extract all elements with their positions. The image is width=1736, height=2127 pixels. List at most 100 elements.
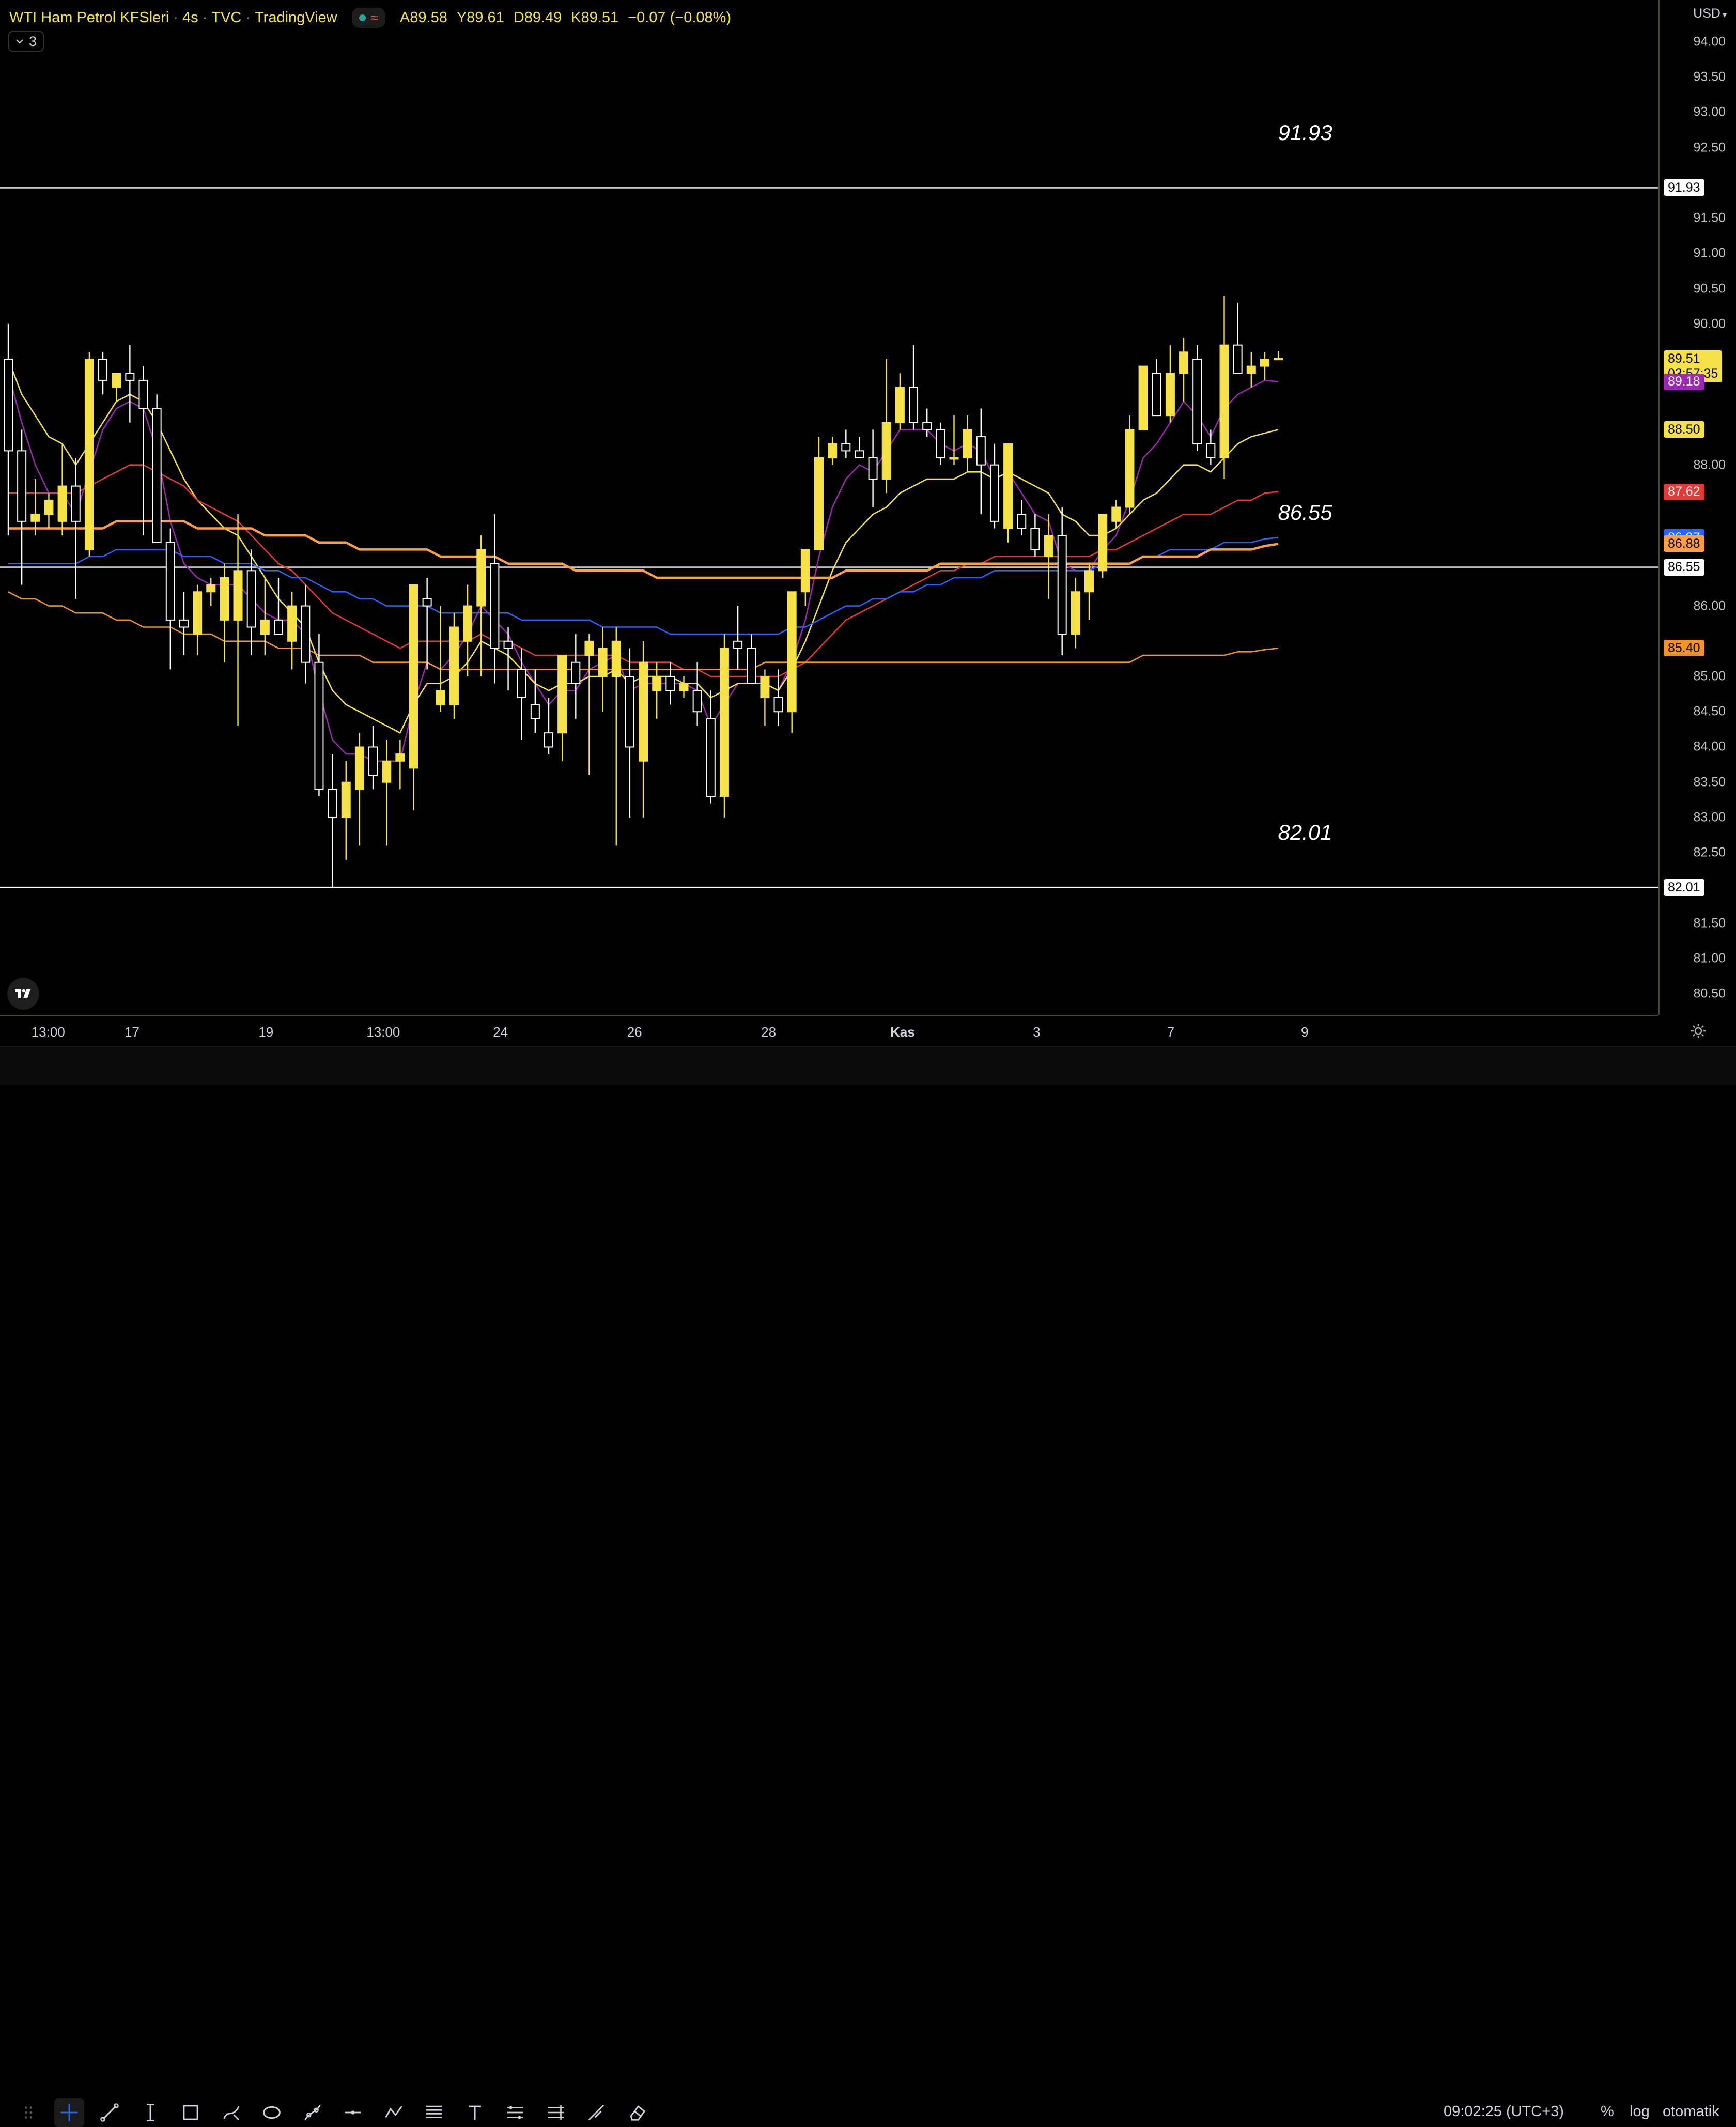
candle[interactable] (260, 577, 270, 656)
candle[interactable] (868, 429, 878, 507)
candle[interactable] (368, 726, 378, 790)
candle[interactable] (301, 584, 311, 684)
market-status-pill[interactable]: ≈ (351, 7, 385, 28)
path-tool-button[interactable] (298, 2098, 328, 2127)
candle[interactable] (1111, 500, 1121, 529)
candle[interactable] (1071, 577, 1080, 649)
candle[interactable] (1057, 507, 1067, 656)
indicators-toggle-button[interactable]: 3 (8, 31, 44, 52)
symbol-name[interactable]: WTI Ham Petrol KFSleri (9, 9, 169, 26)
candle[interactable] (84, 352, 94, 557)
polyline-tool-button[interactable] (379, 2098, 409, 2127)
interval-label[interactable]: 4s (182, 9, 198, 26)
candle[interactable] (747, 634, 756, 684)
eraser-tool-button[interactable] (622, 2098, 652, 2127)
horizontal-line-label[interactable]: 86.55 (1278, 500, 1332, 525)
candle[interactable] (814, 437, 824, 550)
symbol-legend[interactable]: WTI Ham Petrol KFSleri · 4s · TVC · Trad… (9, 7, 731, 28)
pitchfork-tool-button[interactable] (541, 2098, 571, 2127)
candle[interactable] (165, 528, 175, 670)
candle[interactable] (949, 415, 959, 465)
candle[interactable] (44, 493, 54, 529)
currency-selector[interactable]: USD ▾ (1693, 6, 1727, 21)
drag-handle-tool-button[interactable] (13, 2098, 43, 2127)
candle[interactable] (1165, 345, 1175, 423)
percent-toggle[interactable]: % (1601, 2103, 1614, 2120)
ellipse-tool-button[interactable] (257, 2098, 287, 2127)
candle[interactable] (665, 662, 675, 705)
candle[interactable] (138, 366, 148, 536)
candle[interactable] (476, 535, 486, 677)
candle[interactable] (1246, 352, 1256, 388)
candle[interactable] (354, 733, 364, 846)
candle[interactable] (598, 627, 608, 712)
candle[interactable] (1233, 302, 1243, 374)
candle[interactable] (112, 373, 121, 402)
candle[interactable] (692, 662, 702, 726)
candle[interactable] (936, 422, 946, 465)
candle[interactable] (206, 577, 216, 606)
candle[interactable] (584, 634, 594, 776)
candle[interactable] (179, 592, 189, 656)
candle[interactable] (1125, 415, 1135, 515)
candle[interactable] (571, 634, 581, 719)
candle[interactable] (895, 373, 905, 430)
candle[interactable] (1274, 351, 1283, 361)
candle[interactable] (274, 577, 283, 635)
candle[interactable] (422, 577, 432, 670)
candle[interactable] (652, 662, 662, 719)
candle[interactable] (193, 584, 203, 656)
candle[interactable] (17, 429, 27, 585)
price-chart[interactable] (0, 0, 1659, 1015)
horizontal-line-label[interactable]: 82.01 (1278, 820, 1332, 845)
candle[interactable] (976, 408, 986, 515)
candle[interactable] (314, 634, 324, 796)
ruler-tool-button[interactable] (581, 2098, 611, 2127)
candle[interactable] (773, 669, 783, 726)
candle[interactable] (98, 352, 108, 395)
candle[interactable] (828, 437, 838, 465)
candle[interactable] (639, 641, 648, 818)
candle[interactable] (328, 754, 337, 888)
fib-retracement-tool-button[interactable] (419, 2098, 449, 2127)
candle[interactable] (544, 697, 553, 754)
log-toggle[interactable]: log (1630, 2103, 1650, 2120)
auto-scale-toggle[interactable]: otomatik (1663, 2103, 1719, 2120)
candle[interactable] (881, 359, 891, 494)
candle[interactable] (909, 345, 919, 430)
candle[interactable] (855, 437, 864, 459)
candle[interactable] (57, 443, 67, 536)
candle[interactable] (557, 655, 567, 761)
candle[interactable] (152, 394, 162, 543)
candle[interactable] (679, 676, 689, 698)
candle[interactable] (125, 345, 135, 423)
trend-line-tool-button[interactable] (95, 2098, 125, 2127)
candle[interactable] (625, 648, 634, 818)
text-tool-button[interactable] (460, 2098, 490, 2127)
candle[interactable] (233, 514, 243, 726)
candle[interactable] (449, 613, 459, 719)
price-scale[interactable]: USD ▾ 94.00 93.50 93.00 92.50 91.50 91.00 90.50… (1659, 0, 1736, 1015)
candle[interactable] (220, 563, 229, 662)
clock-label[interactable]: 09:02:25 (UTC+3) (1444, 2103, 1564, 2120)
candle[interactable] (382, 739, 392, 846)
vertical-cursor-tool-button[interactable] (135, 2098, 165, 2127)
candle[interactable] (1084, 563, 1094, 620)
candle[interactable] (30, 479, 40, 536)
candle[interactable] (733, 606, 743, 670)
candle[interactable] (1003, 443, 1013, 543)
candle[interactable] (760, 669, 770, 726)
brush-tool-button[interactable] (216, 2098, 246, 2127)
candle[interactable] (1044, 514, 1053, 599)
candle[interactable] (841, 429, 851, 458)
candle[interactable] (800, 549, 810, 606)
candle[interactable] (1017, 500, 1027, 536)
chart-canvas[interactable]: WTI Ham Petrol KFSleri · 4s · TVC · Trad… (0, 0, 1659, 1015)
candle[interactable] (341, 761, 351, 860)
gear-icon[interactable] (1690, 1022, 1707, 1040)
candle[interactable] (719, 634, 729, 818)
candle[interactable] (463, 584, 473, 677)
candle[interactable] (611, 627, 621, 846)
candle[interactable] (1219, 296, 1229, 479)
candle[interactable] (4, 323, 13, 536)
